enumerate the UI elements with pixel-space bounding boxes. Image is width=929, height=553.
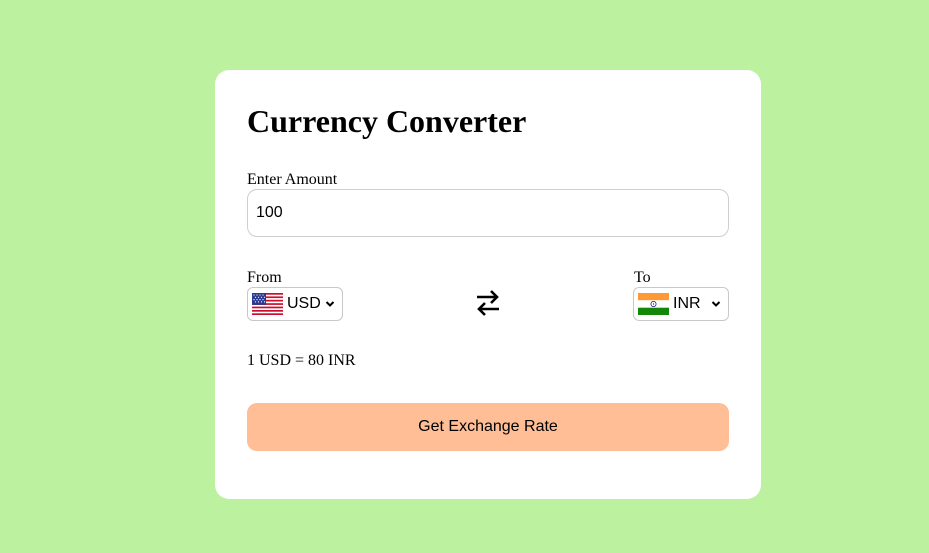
us-flag-icon bbox=[252, 293, 283, 315]
page-title: Currency Converter bbox=[247, 103, 527, 139]
india-flag-icon bbox=[638, 293, 669, 315]
chevron-down-icon bbox=[325, 301, 334, 307]
from-currency-select[interactable]: USD bbox=[247, 287, 343, 321]
from-label: From bbox=[247, 269, 282, 286]
amount-label: Enter Amount bbox=[247, 171, 338, 188]
to-currency-select[interactable]: INR bbox=[633, 287, 729, 321]
to-currency-code: INR bbox=[673, 295, 701, 312]
from-currency-code: USD bbox=[287, 295, 321, 312]
to-label: To bbox=[634, 269, 651, 286]
swap-arrows-icon[interactable] bbox=[475, 289, 501, 317]
amount-input[interactable] bbox=[247, 189, 729, 237]
exchange-rate-text: 1 USD = 80 INR bbox=[247, 352, 356, 369]
get-exchange-rate-button[interactable]: Get Exchange Rate bbox=[247, 403, 729, 451]
chevron-down-icon bbox=[711, 301, 720, 307]
converter-card: Currency Converter Enter Amount From USD bbox=[215, 70, 761, 499]
